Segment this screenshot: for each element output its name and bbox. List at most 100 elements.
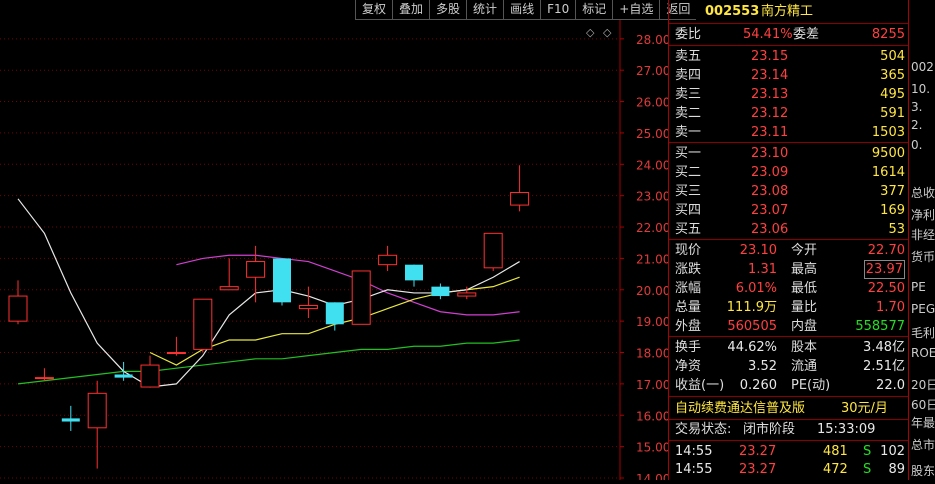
stat-label: 换手 — [675, 340, 702, 355]
bid-row: 买一 23.10 9500 — [673, 145, 905, 162]
right-strip-item: ROE — [911, 346, 935, 360]
ask-volume: 591 — [880, 106, 905, 121]
ask-volume: 365 — [880, 68, 905, 83]
candle-body — [405, 264, 423, 281]
y-tick-label: 19.00 — [636, 315, 668, 329]
candle-body — [140, 364, 160, 388]
y-tick-label: 28.00 — [636, 33, 668, 47]
stock-code: 002553 — [705, 4, 760, 19]
stat-label: 现价 — [675, 243, 702, 258]
stat-label: 内盘 — [791, 319, 818, 334]
stat-label: 总量 — [675, 300, 702, 315]
toolbar-btn-2[interactable]: 多股 — [429, 0, 467, 20]
toolbar-btn-5[interactable]: F10 — [540, 0, 576, 20]
tick-time: 14:55 — [675, 444, 713, 459]
tick-price: 23.27 — [739, 462, 777, 477]
right-strip-item: 股东 — [911, 464, 935, 478]
candle-body — [351, 270, 371, 325]
promo-price[interactable]: 30元/月 — [841, 400, 888, 417]
ask-label: 卖三 — [675, 87, 702, 102]
stat-label: 量比 — [791, 300, 818, 315]
right-strip-item: 20日 — [911, 378, 935, 392]
stat-label: 今开 — [791, 243, 818, 258]
stat-value: 3.52 — [748, 359, 777, 374]
stat-value: 23.97 — [863, 260, 905, 279]
stat-row: 涨跌 1.31 最高 23.97 — [673, 260, 905, 279]
right-strip-item: 年最 — [911, 416, 935, 430]
bid-volume: 53 — [888, 222, 905, 237]
tick-volume: 472 — [823, 462, 848, 477]
bid-label: 买五 — [675, 222, 702, 237]
toolbar-btn-4[interactable]: 画线 — [503, 0, 541, 20]
right-strip-item: 净利 — [911, 208, 935, 222]
stock-name: 南方精工 — [761, 4, 814, 19]
tick-side: S — [863, 444, 872, 459]
y-tick-label: 27.00 — [636, 64, 668, 78]
y-tick-label: 24.00 — [636, 158, 668, 172]
bid-label: 买四 — [675, 203, 702, 218]
candle-body — [483, 232, 503, 269]
stat-value: 1.70 — [876, 300, 905, 315]
stat2-row: 换手 44.62% 股本 3.48亿 — [673, 339, 905, 356]
stat-row: 总量 111.9万 量比 1.70 — [673, 299, 905, 316]
tick-row: 14:55 23.27 481 S 102 — [673, 443, 905, 460]
kline-svg[interactable]: 28.00 27.00 26.00 25.00 24.00 23.00 22.00 21.00… — [0, 0, 670, 484]
promo-text[interactable]: 自动续费通达信普及版 — [675, 400, 805, 417]
bid-row: 买四 23.07 169 — [673, 202, 905, 219]
right-strip-item: 002 — [911, 60, 934, 74]
top-toolbar: 复权 叠加 多股 统计 画线 F10 标记 +自选 返回 — [355, 0, 697, 20]
y-tick-label: 22.00 — [636, 221, 668, 235]
ask-label: 卖四 — [675, 68, 702, 83]
toolbar-btn-0[interactable]: 复权 — [355, 0, 393, 20]
kline-chart[interactable]: 28.00 27.00 26.00 25.00 24.00 23.00 22.00 21.00… — [0, 0, 672, 484]
candle-body — [219, 286, 239, 291]
candle-body — [431, 286, 450, 297]
ask-label: 卖一 — [675, 125, 702, 140]
stat-label: 涨幅 — [675, 281, 702, 296]
stat-value: 22.70 — [867, 243, 905, 258]
right-info-strip: 002 10. 3. 2. 0. 总收净利非经货币 PE PEG 毛利 ROE 20日 60日年最总市… — [908, 0, 935, 480]
ask-volume: 504 — [880, 49, 905, 64]
toolbar-btn-6[interactable]: 标记 — [575, 0, 613, 20]
tick-price: 23.27 — [739, 444, 777, 459]
y-tick-label: 25.00 — [636, 127, 668, 141]
candle-body — [246, 261, 266, 278]
right-strip-item: 毛利 — [911, 326, 935, 340]
stat-value: 560505 — [727, 319, 777, 334]
y-tick-label: 14.00 — [636, 472, 668, 480]
candle-body — [87, 392, 107, 429]
bid-row: 买三 23.08 377 — [673, 183, 905, 200]
y-tick-label: 18.00 — [636, 347, 668, 361]
bid-price: 23.09 — [751, 165, 789, 180]
bid-volume: 9500 — [871, 146, 905, 161]
bid-label: 买二 — [675, 165, 702, 180]
stat-value: 111.9万 — [726, 300, 777, 315]
right-strip-item: 60日 — [911, 398, 935, 412]
ask-price: 23.15 — [751, 49, 789, 64]
toolbar-btn-1[interactable]: 叠加 — [392, 0, 430, 20]
tick-side: S — [863, 462, 872, 477]
y-tick-label: 21.00 — [636, 252, 668, 266]
toolbar-btn-3[interactable]: 统计 — [466, 0, 504, 20]
y-tick-label: 15.00 — [636, 441, 668, 455]
right-strip-item: PE — [911, 280, 926, 294]
right-strip-item: PEG — [911, 302, 935, 316]
ma-line-magenta — [176, 254, 520, 316]
stock-header: 002553 南方精工 — [673, 3, 905, 20]
ask-volume: 1503 — [871, 125, 905, 140]
candle-body — [61, 418, 80, 422]
stat-value: 3.48亿 — [863, 340, 905, 355]
bid-label: 买三 — [675, 184, 702, 199]
diamond-icon: ◇ — [603, 26, 612, 39]
stat-row: 涨幅 6.01% 最低 22.50 — [673, 280, 905, 297]
toolbar-btn-7[interactable]: +自选 — [612, 0, 660, 20]
stat-value: 6.01% — [735, 281, 777, 296]
stat-value: 2.51亿 — [863, 359, 905, 374]
bid-row: 买二 23.09 1614 — [673, 164, 905, 181]
ask-row: 卖三 23.13 495 — [673, 86, 905, 103]
stat-value: 1.31 — [748, 262, 777, 277]
ask-row: 卖四 23.14 365 — [673, 67, 905, 84]
promo-row[interactable]: 自动续费通达信普及版 30元/月 — [673, 400, 905, 417]
ask-price: 23.11 — [751, 125, 789, 140]
candle-body — [8, 295, 28, 322]
